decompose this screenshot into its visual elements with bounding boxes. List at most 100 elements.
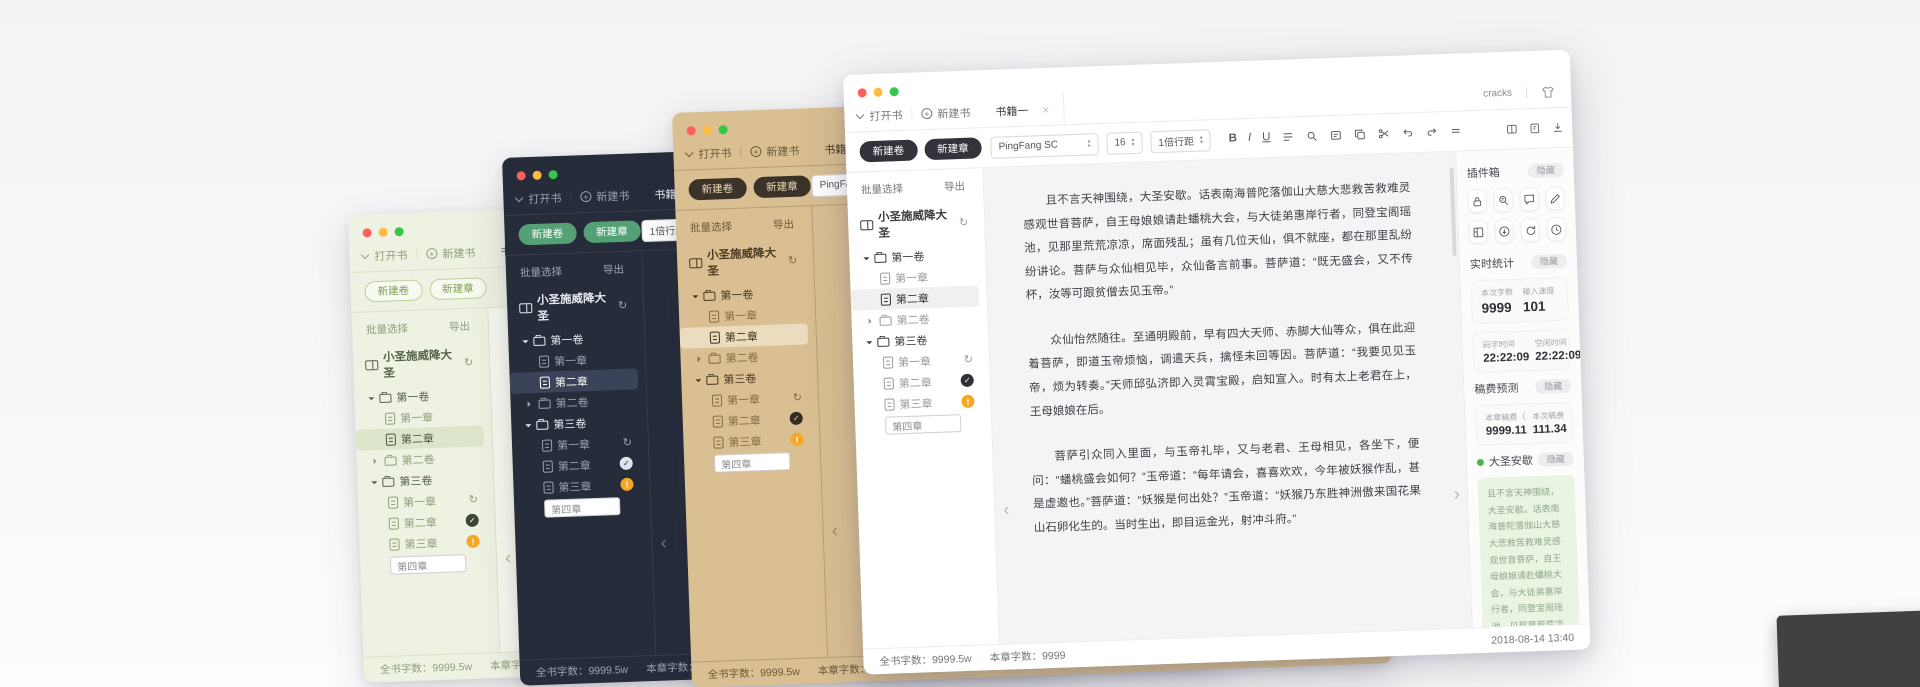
minimize-traffic-light[interactable]: [378, 227, 388, 237]
batch-select-button[interactable]: 批量选择: [861, 181, 903, 197]
prev-page-arrow[interactable]: ‹: [505, 547, 512, 568]
book-node[interactable]: 小圣施威降大圣 ↻: [677, 239, 806, 285]
minimize-traffic-light[interactable]: [873, 87, 883, 97]
open-book-button[interactable]: 打开书: [528, 189, 562, 206]
batch-select-button[interactable]: 批量选择: [690, 219, 732, 235]
sync-icon[interactable]: ↻: [464, 355, 474, 368]
timer-plugin-button[interactable]: [1546, 216, 1567, 242]
editor-paragraph[interactable]: 众仙怡然随往。至通明殿前，早有四大天师、赤脚大仙等众，俱在此迎着菩萨，即道玉帝烦…: [1027, 317, 1418, 425]
document-icon: [538, 354, 550, 368]
new-book-button[interactable]: 新建书: [766, 142, 800, 159]
hide-outline-button[interactable]: 隐藏: [1537, 451, 1575, 467]
username-label[interactable]: cracks: [1483, 88, 1512, 100]
close-traffic-light[interactable]: [362, 227, 372, 237]
new-volume-button[interactable]: 新建卷: [859, 139, 918, 163]
minimize-traffic-light[interactable]: [532, 170, 542, 180]
close-traffic-light[interactable]: [516, 170, 526, 180]
new-chapter-name-input[interactable]: [389, 554, 467, 575]
new-volume-button[interactable]: 新建卷: [688, 177, 747, 201]
align-list-icon[interactable]: [1281, 130, 1294, 143]
book-node[interactable]: 小圣施威降大圣 ↻: [507, 284, 636, 330]
hide-royalty-button[interactable]: 隐藏: [1535, 378, 1572, 395]
new-book-button[interactable]: 新建书: [937, 104, 971, 121]
italic-button[interactable]: I: [1248, 132, 1252, 145]
warning-badge: !: [961, 394, 975, 409]
theme-shirt-icon[interactable]: [1541, 85, 1555, 99]
new-chapter-button[interactable]: 新建章: [582, 220, 641, 244]
prev-page-arrow[interactable]: ‹: [1003, 500, 1010, 521]
export-button[interactable]: 导出: [944, 179, 966, 195]
export-button[interactable]: 导出: [449, 319, 471, 335]
line-spacing-select[interactable]: 1倍行距 ▴▾: [1150, 128, 1212, 153]
book-node[interactable]: 小圣施威降大圣 ↻: [353, 341, 482, 387]
batch-select-button[interactable]: 批量选择: [520, 264, 562, 280]
font-size-select[interactable]: 16 ▴ ▾: [1106, 131, 1143, 155]
note-icon[interactable]: [1528, 122, 1541, 135]
chapter-node[interactable]: 第三章!: [359, 530, 488, 555]
new-chapter-button[interactable]: 新建章: [923, 137, 982, 161]
card-icon[interactable]: [1329, 129, 1342, 142]
zoom-traffic-light[interactable]: [718, 124, 728, 134]
new-volume-button[interactable]: 新建卷: [518, 222, 577, 246]
scissors-icon[interactable]: [1377, 127, 1390, 140]
new-chapter-name-input[interactable]: [884, 414, 962, 435]
prev-page-arrow[interactable]: ‹: [660, 532, 667, 553]
bold-button[interactable]: B: [1228, 132, 1237, 145]
open-book-button[interactable]: 打开书: [698, 144, 732, 161]
copy-icon[interactable]: [1353, 128, 1366, 141]
close-traffic-light[interactable]: [857, 87, 867, 97]
chevron-down-icon: [514, 193, 524, 202]
chapter-node[interactable]: 第三章!: [513, 473, 642, 498]
columns-icon[interactable]: [1505, 122, 1518, 135]
download-plugin-button[interactable]: [1494, 218, 1515, 244]
new-book-button[interactable]: 新建书: [442, 244, 476, 261]
minimize-traffic-light[interactable]: [702, 125, 712, 135]
zoom-traffic-light[interactable]: [548, 169, 558, 179]
lock-plugin-button[interactable]: [1467, 188, 1488, 214]
sync-icon[interactable]: ↻: [959, 215, 969, 228]
editor-paragraph[interactable]: 菩萨引众同入里面，与玉帝礼毕，又与老君、王母相见，各坐下，便问：“蟠桃盛会如何？…: [1031, 433, 1422, 541]
search-icon[interactable]: [1305, 129, 1318, 142]
chapter-node[interactable]: 第三章!: [854, 390, 983, 415]
undo-icon[interactable]: [1401, 126, 1414, 139]
board-plugin-button[interactable]: [1468, 219, 1489, 245]
chapter-node[interactable]: 第三章!: [683, 428, 812, 453]
outline-excerpt[interactable]: 且不言天神围绕，大圣安歇。话表南海普陀落伽山大慈大悲救苦救难灵感观世音菩萨，自王…: [1477, 474, 1581, 628]
sync-icon[interactable]: ↻: [618, 298, 628, 311]
batch-select-button[interactable]: 批量选择: [366, 321, 408, 337]
new-chapter-button[interactable]: 新建章: [428, 277, 487, 301]
zoom-traffic-light[interactable]: [394, 226, 404, 236]
prev-page-arrow[interactable]: ‹: [831, 520, 838, 541]
book-tab[interactable]: 书籍一 ×: [980, 92, 1065, 128]
editor-paragraph[interactable]: 且不言天神围绕，大圣安歇。话表南海普陀落伽山大慈大悲救苦救难灵感观世音菩萨，自王…: [1022, 177, 1414, 308]
next-page-arrow[interactable]: ›: [1453, 484, 1460, 505]
close-traffic-light[interactable]: [686, 125, 696, 135]
download-icon[interactable]: [1551, 121, 1564, 134]
hide-stats-button[interactable]: 隐藏: [1530, 253, 1568, 270]
hide-plugin-box-button[interactable]: 隐藏: [1527, 162, 1564, 179]
redo-icon[interactable]: [1425, 125, 1438, 138]
new-chapter-name-input[interactable]: [543, 497, 621, 518]
font-family-select[interactable]: PingFang SC ▴▾: [990, 132, 1099, 159]
tab-close-icon[interactable]: ×: [1042, 102, 1050, 116]
document-icon: [709, 330, 721, 344]
book-node[interactable]: 小圣施威降大圣 ↻: [848, 201, 977, 247]
menu-icon[interactable]: [1449, 124, 1462, 137]
export-button[interactable]: 导出: [603, 262, 625, 278]
underline-button[interactable]: U: [1262, 131, 1271, 144]
session-words-label: 本次字数: [1480, 287, 1514, 298]
open-book-button[interactable]: 打开书: [374, 246, 408, 263]
export-button[interactable]: 导出: [773, 217, 795, 233]
new-chapter-button[interactable]: 新建章: [752, 175, 811, 199]
zoom-traffic-light[interactable]: [889, 86, 899, 96]
new-volume-button[interactable]: 新建卷: [364, 279, 423, 303]
sync-icon[interactable]: ↻: [788, 253, 798, 266]
open-book-button[interactable]: 打开书: [869, 106, 903, 123]
search-text-plugin-button[interactable]: [1493, 187, 1514, 213]
history-plugin-button[interactable]: [1520, 217, 1541, 243]
new-chapter-name-input[interactable]: [713, 452, 791, 473]
new-book-button[interactable]: 新建书: [596, 187, 630, 204]
chevron-down-icon: [684, 148, 694, 157]
comment-plugin-button[interactable]: [1519, 186, 1540, 212]
write-plugin-button[interactable]: [1545, 185, 1566, 211]
